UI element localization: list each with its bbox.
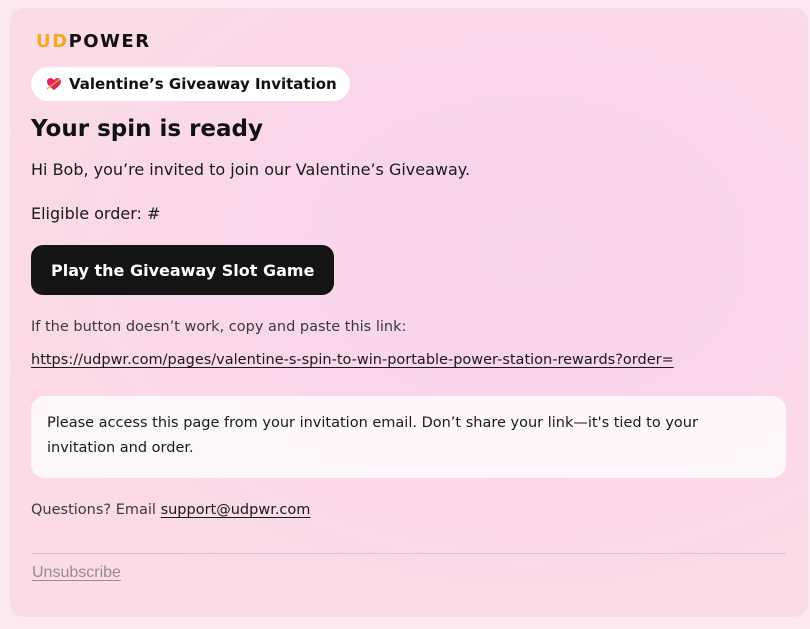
unsubscribe-link[interactable]: Unsubscribe <box>32 564 121 582</box>
badge-label: Valentine’s Giveaway Invitation <box>69 75 337 93</box>
heart-arrow-icon <box>46 76 62 92</box>
fallback-link[interactable]: https://udpwr.com/pages/valentine-s-spin… <box>31 352 674 368</box>
play-slot-game-button[interactable]: Play the Giveaway Slot Game <box>31 245 335 295</box>
greeting-text: Hi Bob, you’re invited to join our Valen… <box>31 160 471 179</box>
logo-ud: UD <box>36 31 69 52</box>
email-card: UD POWER Valentine’s Giveaway Invitation … <box>10 8 808 617</box>
udpower-logo: UD POWER <box>36 32 151 52</box>
fallback-hint: If the button doesn’t work, copy and pas… <box>31 319 407 335</box>
divider <box>31 553 786 554</box>
support-email-link[interactable]: support@udpwr.com <box>161 502 311 518</box>
questions-prefix: Questions? Email <box>31 502 161 518</box>
giveaway-badge: Valentine’s Giveaway Invitation <box>31 67 350 101</box>
eligible-order-text: Eligible order: # <box>31 204 161 223</box>
page-title: Your spin is ready <box>31 116 263 142</box>
logo-power: POWER <box>68 31 151 52</box>
notice-box: Please access this page from your invita… <box>31 396 786 478</box>
questions-text: Questions? Email support@udpwr.com <box>31 502 310 518</box>
